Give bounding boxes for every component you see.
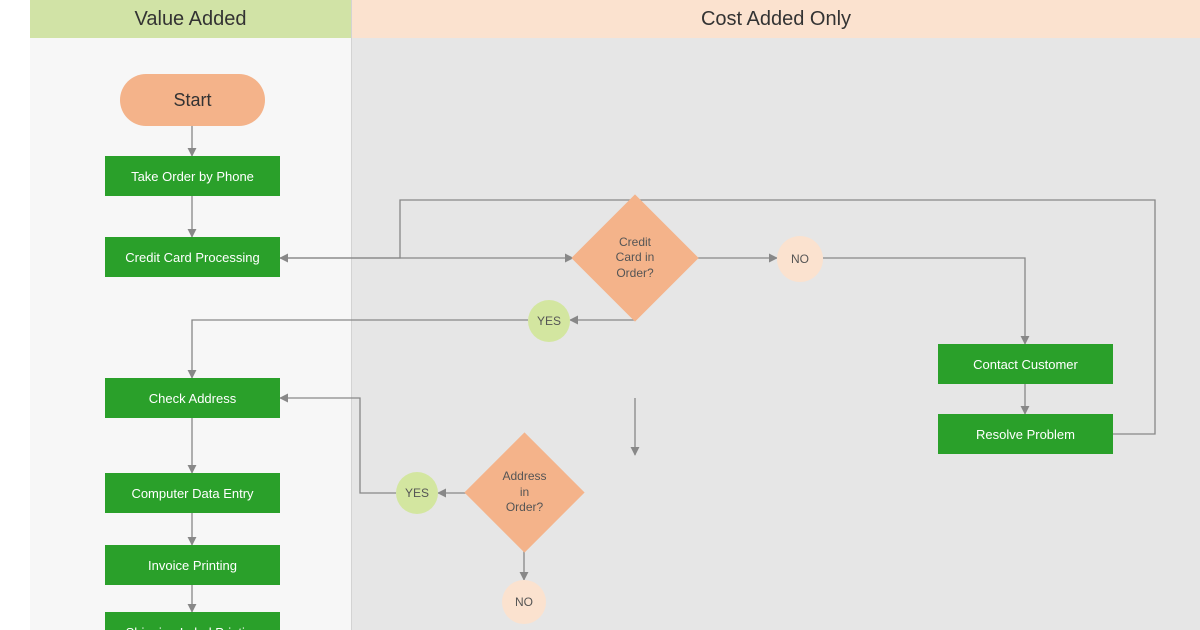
contact-customer-process: Contact Customer <box>938 344 1113 384</box>
credit-card-no-pill: NO <box>777 236 823 282</box>
shipping-label-printing-process: Shipping Label Printing <box>105 612 280 630</box>
check-address-process: Check Address <box>105 378 280 418</box>
credit-card-yes-pill: YES <box>528 300 570 342</box>
resolve-problem-process: Resolve Problem <box>938 414 1113 454</box>
start-terminator: Start <box>120 74 265 126</box>
address-decision-label: Address in Order? <box>482 450 567 535</box>
address-in-order-decision: Address in Order? <box>482 450 567 535</box>
address-no-pill: NO <box>502 580 546 624</box>
credit-card-decision-label: Credit Card in Order? <box>590 213 680 303</box>
address-yes-pill: YES <box>396 472 438 514</box>
credit-card-processing-process: Credit Card Processing <box>105 237 280 277</box>
computer-data-entry-process: Computer Data Entry <box>105 473 280 513</box>
credit-card-in-order-decision: Credit Card in Order? <box>590 213 680 303</box>
invoice-printing-process: Invoice Printing <box>105 545 280 585</box>
take-order-process: Take Order by Phone <box>105 156 280 196</box>
